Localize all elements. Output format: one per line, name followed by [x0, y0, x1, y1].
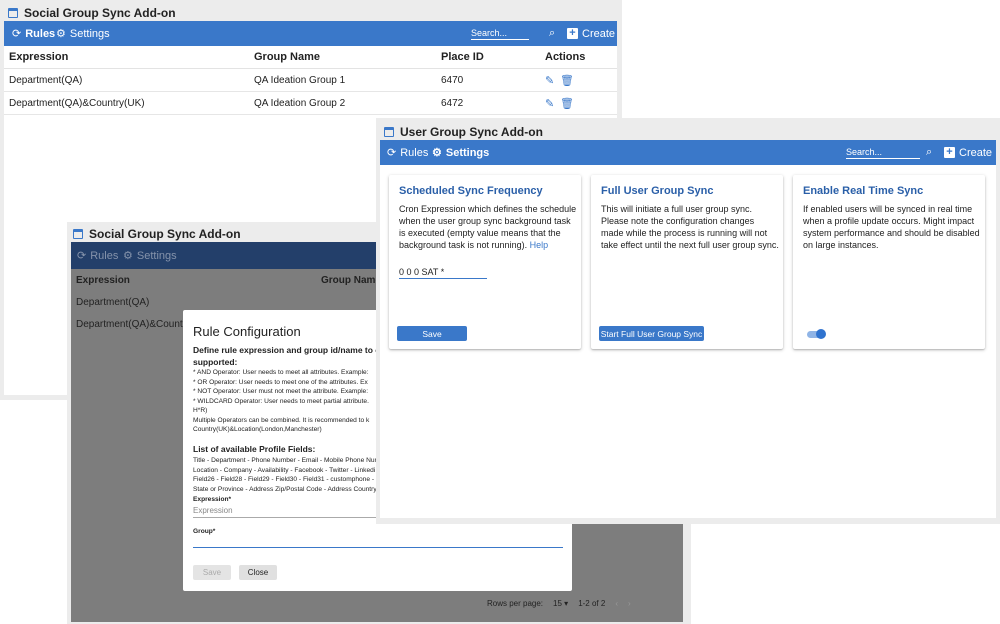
- rules-tab[interactable]: ⟳ Rules: [387, 140, 428, 165]
- calendar-icon: [384, 127, 394, 137]
- sync-icon: ⟳: [77, 250, 87, 262]
- delete-icon[interactable]: 🗑: [560, 92, 574, 114]
- main-panel: ⟳ Rules ⚙ Settings Search... ⌕ + Create …: [380, 140, 996, 518]
- settings-tab[interactable]: ⚙ Settings: [432, 140, 489, 165]
- user-group-sync-window: User Group Sync Add-on ⟳ Rules ⚙ Setting…: [376, 118, 1000, 524]
- table-header: Expression Group Name Place ID Actions: [4, 46, 617, 69]
- card-description: This will initiate a full user group syn…: [601, 204, 779, 250]
- full-sync-card: Full User Group Sync This will initiate …: [591, 175, 783, 349]
- close-button[interactable]: Close: [239, 565, 277, 580]
- search-input[interactable]: Search...: [471, 21, 529, 46]
- group-label: Group*: [193, 528, 216, 535]
- table-row: Department(QA)&Country(UK) QA Ideation G…: [4, 92, 617, 115]
- rules-tab[interactable]: ⟳ Rules: [12, 21, 55, 46]
- card-title: Scheduled Sync Frequency: [399, 185, 543, 197]
- window-title: User Group Sync Add-on: [384, 125, 543, 139]
- sync-icon: ⟳: [387, 147, 397, 159]
- chevron-left-icon[interactable]: ‹: [615, 599, 618, 608]
- sync-icon: ⟳: [12, 28, 22, 40]
- settings-tab[interactable]: ⚙ Settings: [123, 242, 177, 269]
- card-title: Full User Group Sync: [601, 185, 714, 197]
- table-row: Department(QA) QA Ideation Group 1 6470 …: [4, 69, 617, 92]
- realtime-sync-toggle[interactable]: [806, 329, 826, 339]
- card-title: Enable Real Time Sync: [803, 185, 924, 197]
- expression-label: Expression*: [193, 496, 232, 503]
- gear-icon: ⚙: [432, 147, 442, 159]
- search-input[interactable]: Search...: [846, 140, 920, 165]
- window-title: Social Group Sync Add-on: [8, 6, 176, 20]
- window-title: Social Group Sync Add-on: [73, 227, 241, 241]
- realtime-sync-card: Enable Real Time Sync If enabled users w…: [793, 175, 985, 349]
- card-description: Cron Expression which defines the schedu…: [399, 204, 577, 250]
- start-full-sync-button[interactable]: Start Full User Group Sync: [599, 326, 704, 341]
- cron-expression-input[interactable]: 0 0 0 SAT *: [399, 265, 487, 279]
- search-icon[interactable]: ⌕: [549, 21, 555, 46]
- settings-tab[interactable]: ⚙ Settings: [56, 21, 110, 46]
- pagination: Rows per page: 15 ▾ 1-2 of 2 ‹ ›: [487, 599, 631, 608]
- plus-icon: +: [944, 147, 955, 158]
- card-description: If enabled users will be synced in real …: [803, 204, 980, 250]
- dialog-title: Rule Configuration: [193, 324, 301, 339]
- search-icon[interactable]: ⌕: [926, 140, 932, 165]
- edit-icon[interactable]: ✎: [545, 69, 554, 91]
- rules-tab[interactable]: ⟳ Rules: [77, 242, 118, 269]
- chevron-right-icon[interactable]: ›: [628, 599, 631, 608]
- help-link[interactable]: Help: [530, 240, 549, 250]
- create-button[interactable]: + Create: [567, 21, 615, 46]
- edit-icon[interactable]: ✎: [545, 92, 554, 114]
- toolbar: ⟳ Rules ⚙ Settings Search... ⌕ + Create: [380, 140, 996, 165]
- plus-icon: +: [567, 28, 578, 39]
- profile-fields-title: List of available Profile Fields:: [193, 444, 316, 454]
- toolbar: ⟳ Rules ⚙ Settings Search... ⌕ + Create: [4, 21, 617, 46]
- calendar-icon: [73, 229, 83, 239]
- delete-icon[interactable]: 🗑: [560, 69, 574, 91]
- save-button[interactable]: Save: [397, 326, 467, 341]
- gear-icon: ⚙: [123, 250, 133, 262]
- save-button[interactable]: Save: [193, 565, 231, 580]
- calendar-icon: [8, 8, 18, 18]
- scheduled-sync-card: Scheduled Sync Frequency Cron Expression…: [389, 175, 581, 349]
- rows-per-page-select[interactable]: 15 ▾: [553, 599, 568, 608]
- gear-icon: ⚙: [56, 28, 66, 40]
- group-input[interactable]: [193, 538, 563, 548]
- create-button[interactable]: + Create: [944, 140, 992, 165]
